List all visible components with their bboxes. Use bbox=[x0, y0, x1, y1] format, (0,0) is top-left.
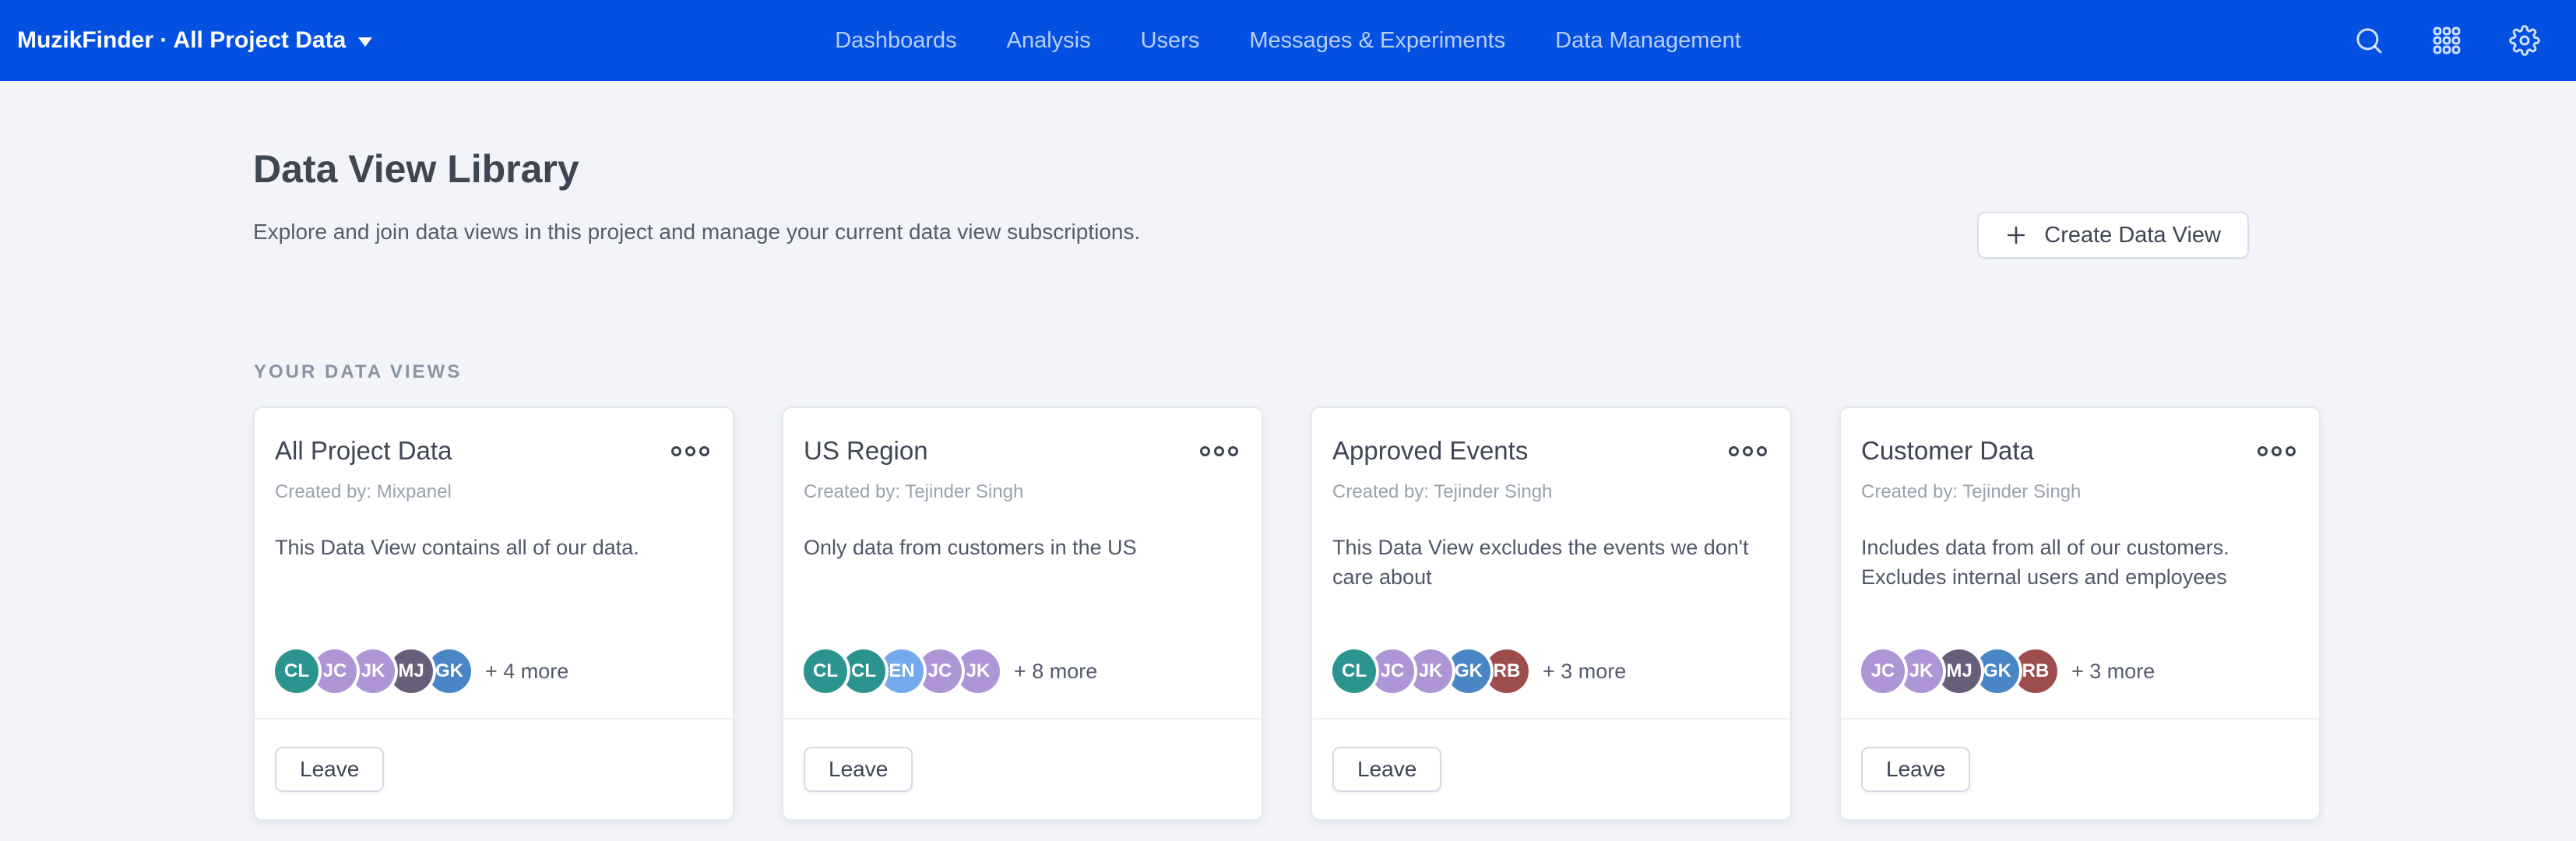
member-avatar-row: CL CL EN JC JK + 8 more bbox=[804, 649, 1240, 693]
more-members-label: + 8 more bbox=[1014, 660, 1097, 684]
member-avatar-row: CL JC JK GK RB + 3 more bbox=[1332, 649, 1768, 693]
data-view-card-customer-data: Customer Data Created by: Tejinder Singh… bbox=[1839, 406, 2321, 821]
data-view-card-grid: All Project Data Created by: Mixpanel Th… bbox=[253, 406, 2576, 821]
avatar: EN bbox=[880, 649, 924, 693]
project-selector[interactable]: MuzikFinder · All Project Data bbox=[17, 27, 372, 54]
avatar: CL bbox=[1332, 649, 1376, 693]
card-body: Customer Data Created by: Tejinder Singh… bbox=[1841, 408, 2319, 718]
project-selector-label: MuzikFinder · All Project Data bbox=[17, 27, 346, 54]
avatar: GK bbox=[1976, 649, 2019, 693]
apps-grid-button[interactable] bbox=[2430, 23, 2464, 58]
avatar: GK bbox=[428, 649, 471, 693]
leave-button[interactable]: Leave bbox=[1332, 747, 1441, 792]
avatar: JC bbox=[918, 649, 962, 693]
avatar: CL bbox=[804, 649, 847, 693]
plus-icon bbox=[2005, 224, 2027, 246]
ellipsis-icon bbox=[2286, 446, 2296, 456]
topbar-icons bbox=[2352, 23, 2542, 58]
avatar: JK bbox=[1899, 649, 1943, 693]
apps-grid-icon bbox=[2431, 25, 2462, 56]
avatar: JC bbox=[1861, 649, 1905, 693]
card-description: Only data from customers in the US bbox=[804, 533, 1240, 562]
chevron-down-icon bbox=[358, 37, 372, 47]
card-menu-button[interactable] bbox=[1198, 442, 1240, 461]
ellipsis-icon bbox=[1757, 446, 1767, 456]
data-view-card-all-project-data: All Project Data Created by: Mixpanel Th… bbox=[253, 406, 734, 821]
card-body: All Project Data Created by: Mixpanel Th… bbox=[255, 408, 733, 718]
card-description: This Data View contains all of our data. bbox=[275, 533, 711, 562]
ellipsis-icon bbox=[1743, 446, 1753, 456]
ellipsis-icon bbox=[2258, 446, 2268, 456]
settings-button[interactable] bbox=[2507, 23, 2542, 58]
avatar: RB bbox=[1485, 649, 1529, 693]
card-footer: Leave bbox=[783, 718, 1262, 819]
more-members-label: + 3 more bbox=[1543, 660, 1626, 684]
create-data-view-button[interactable]: Create Data View bbox=[1977, 212, 2249, 259]
ellipsis-icon bbox=[1228, 446, 1238, 456]
card-menu-button[interactable] bbox=[2256, 442, 2297, 461]
card-created-by: Created by: Tejinder Singh bbox=[804, 481, 1240, 503]
more-members-label: + 3 more bbox=[2071, 660, 2155, 684]
data-view-library-page: Data View Library Explore and join data … bbox=[0, 146, 2576, 821]
nav-item-dashboards[interactable]: Dashboards bbox=[835, 28, 956, 54]
avatar: JK bbox=[956, 649, 1000, 693]
leave-button[interactable]: Leave bbox=[275, 747, 384, 792]
avatar: CL bbox=[842, 649, 885, 693]
card-footer: Leave bbox=[255, 718, 733, 819]
data-view-card-approved-events: Approved Events Created by: Tejinder Sin… bbox=[1311, 406, 1792, 821]
search-icon bbox=[2353, 25, 2384, 56]
create-data-view-label: Create Data View bbox=[2044, 223, 2221, 248]
nav-item-data-management[interactable]: Data Management bbox=[1555, 28, 1741, 54]
card-footer: Leave bbox=[1312, 718, 1790, 819]
card-created-by: Created by: Tejinder Singh bbox=[1861, 481, 2297, 503]
card-body: US Region Created by: Tejinder Singh Onl… bbox=[783, 408, 1262, 718]
ellipsis-icon bbox=[1200, 446, 1210, 456]
data-view-card-us-region: US Region Created by: Tejinder Singh Onl… bbox=[782, 406, 1263, 821]
leave-button[interactable]: Leave bbox=[804, 747, 913, 792]
card-menu-button[interactable] bbox=[1727, 442, 1768, 461]
section-label-your-data-views: YOUR DATA VIEWS bbox=[254, 361, 2576, 383]
avatar: GK bbox=[1447, 649, 1490, 693]
ellipsis-icon bbox=[699, 446, 709, 456]
avatar: MJ bbox=[389, 649, 433, 693]
top-navigation-bar: MuzikFinder · All Project Data Dashboard… bbox=[0, 0, 2576, 81]
avatar: CL bbox=[275, 649, 318, 693]
card-created-by: Created by: Mixpanel bbox=[275, 481, 711, 503]
avatar: JC bbox=[1371, 649, 1414, 693]
page-title: Data View Library bbox=[253, 146, 2576, 192]
member-avatar-row: JC JK MJ GK RB + 3 more bbox=[1861, 649, 2297, 693]
ellipsis-icon bbox=[2272, 446, 2282, 456]
main-nav: Dashboards Analysis Users Messages & Exp… bbox=[835, 28, 1741, 54]
ellipsis-icon bbox=[685, 446, 695, 456]
search-button[interactable] bbox=[2352, 23, 2386, 58]
card-description: Includes data from all of our customers.… bbox=[1861, 533, 2297, 593]
card-title: US Region bbox=[804, 436, 928, 466]
avatar: RB bbox=[2014, 649, 2057, 693]
nav-item-messages-experiments[interactable]: Messages & Experiments bbox=[1249, 28, 1505, 54]
avatar: MJ bbox=[1937, 649, 1981, 693]
card-title: All Project Data bbox=[275, 436, 452, 466]
card-title: Approved Events bbox=[1332, 436, 1528, 466]
avatar: JK bbox=[351, 649, 395, 693]
card-title: Customer Data bbox=[1861, 436, 2034, 466]
ellipsis-icon bbox=[1729, 446, 1739, 456]
nav-item-analysis[interactable]: Analysis bbox=[1007, 28, 1091, 54]
card-description: This Data View excludes the events we do… bbox=[1332, 533, 1768, 593]
card-created-by: Created by: Tejinder Singh bbox=[1332, 481, 1768, 503]
card-footer: Leave bbox=[1841, 718, 2319, 819]
nav-item-users[interactable]: Users bbox=[1141, 28, 1200, 54]
avatar: JK bbox=[1409, 649, 1452, 693]
card-menu-button[interactable] bbox=[670, 442, 711, 461]
leave-button[interactable]: Leave bbox=[1861, 747, 1970, 792]
settings-gear-icon bbox=[2509, 25, 2540, 56]
ellipsis-icon bbox=[1214, 446, 1224, 456]
ellipsis-icon bbox=[671, 446, 681, 456]
avatar: JC bbox=[313, 649, 357, 693]
more-members-label: + 4 more bbox=[485, 660, 568, 684]
member-avatar-row: CL JC JK MJ GK + 4 more bbox=[275, 649, 711, 693]
card-body: Approved Events Created by: Tejinder Sin… bbox=[1312, 408, 1790, 718]
